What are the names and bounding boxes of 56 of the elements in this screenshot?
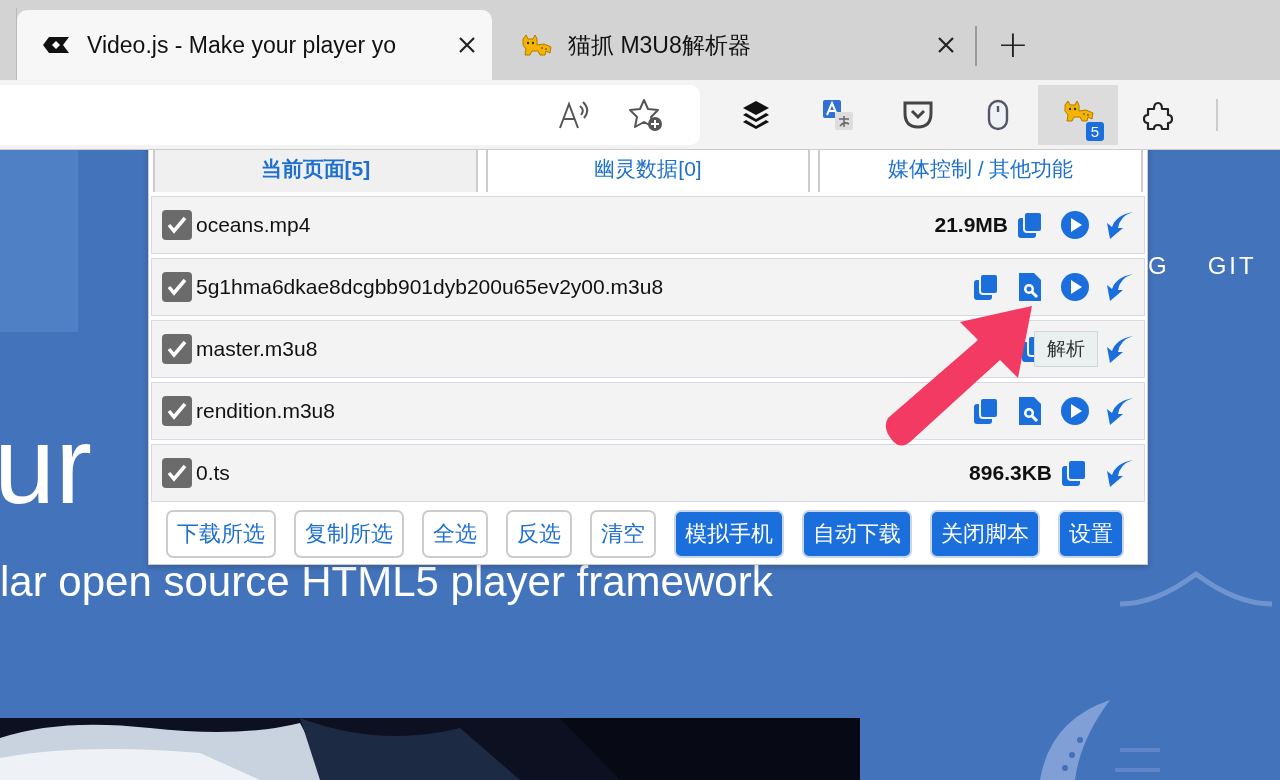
- file-name: master.m3u8: [196, 337, 319, 361]
- download-icon[interactable]: [1104, 396, 1134, 426]
- tab-title: 猫抓 M3U8解析器: [568, 30, 752, 60]
- checkbox[interactable]: [162, 334, 192, 364]
- list-row[interactable]: 5g1hma6dkae8dcgbb901dyb200u65ev2y00.m3u8: [151, 258, 1145, 316]
- browser-tab[interactable]: 猫抓 M3U8解析器: [496, 10, 971, 80]
- popup-tab[interactable]: 媒体控制 / 其他功能: [818, 150, 1143, 192]
- file-name: 5g1hma6dkae8dcgbb901dyb200u65ev2y00.m3u8: [196, 275, 665, 299]
- popup-tab[interactable]: 当前页面[5]: [153, 150, 478, 192]
- play-icon[interactable]: [1060, 272, 1090, 302]
- hero-heading: ur: [0, 410, 92, 520]
- translate-icon: [822, 98, 854, 131]
- new-tab-button[interactable]: +: [991, 22, 1035, 66]
- file-name: rendition.m3u8: [196, 399, 336, 423]
- action-button[interactable]: 自动下载: [802, 510, 912, 558]
- favorite-add-icon[interactable]: [628, 97, 664, 132]
- nav-link[interactable]: GIT: [1207, 252, 1257, 280]
- badge-count: 5: [1085, 121, 1104, 141]
- checkbox[interactable]: [162, 272, 192, 302]
- download-icon[interactable]: [1104, 210, 1134, 240]
- play-icon[interactable]: [1060, 396, 1090, 426]
- logo-icon: [41, 35, 71, 55]
- popup-tab[interactable]: 幽灵数据[0]: [485, 150, 811, 192]
- action-button[interactable]: 清空: [590, 510, 656, 558]
- list-row[interactable]: oceans.mp4 21.9MB: [151, 196, 1145, 254]
- nav-link[interactable]: G: [1148, 252, 1170, 280]
- action-button[interactable]: 反选: [506, 510, 572, 558]
- close-icon[interactable]: [458, 36, 476, 54]
- checkbox[interactable]: [162, 458, 192, 488]
- close-icon[interactable]: [937, 36, 955, 54]
- extension-button[interactable]: 5: [1038, 84, 1118, 145]
- action-button[interactable]: 全选: [422, 510, 488, 558]
- checkbox[interactable]: [162, 210, 192, 240]
- tab-title: Video.js - Make your player yo: [87, 31, 397, 59]
- list-row[interactable]: 0.ts 896.3KB: [151, 444, 1145, 502]
- hero-tagline: lar open source HTML5 player framework: [0, 558, 773, 606]
- download-icon[interactable]: [1104, 458, 1134, 488]
- file-name: 0.ts: [196, 461, 231, 485]
- action-button[interactable]: 复制所选: [294, 510, 404, 558]
- list-row[interactable]: rendition.m3u8: [151, 382, 1145, 440]
- download-icon[interactable]: [1104, 272, 1134, 302]
- file-size: 896.3KB: [969, 461, 1052, 485]
- action-button[interactable]: 关闭脚本: [930, 510, 1040, 558]
- play-icon[interactable]: [1060, 210, 1090, 240]
- address-field[interactable]: [0, 84, 700, 145]
- list-row[interactable]: master.m3u8 解析: [151, 320, 1145, 378]
- cat-icon: [520, 33, 552, 57]
- action-button[interactable]: 下载所选: [166, 510, 276, 558]
- file-size: 21.9MB: [934, 213, 1008, 237]
- checkbox[interactable]: [162, 396, 192, 426]
- download-icon[interactable]: [1104, 334, 1134, 364]
- action-button[interactable]: 模拟手机: [674, 510, 784, 558]
- file-name: oceans.mp4: [196, 213, 312, 237]
- browser-tab[interactable]: Video.js - Make your player yo: [17, 10, 492, 80]
- tooltip: 解析: [1034, 331, 1098, 367]
- action-button[interactable]: 设置: [1058, 510, 1124, 558]
